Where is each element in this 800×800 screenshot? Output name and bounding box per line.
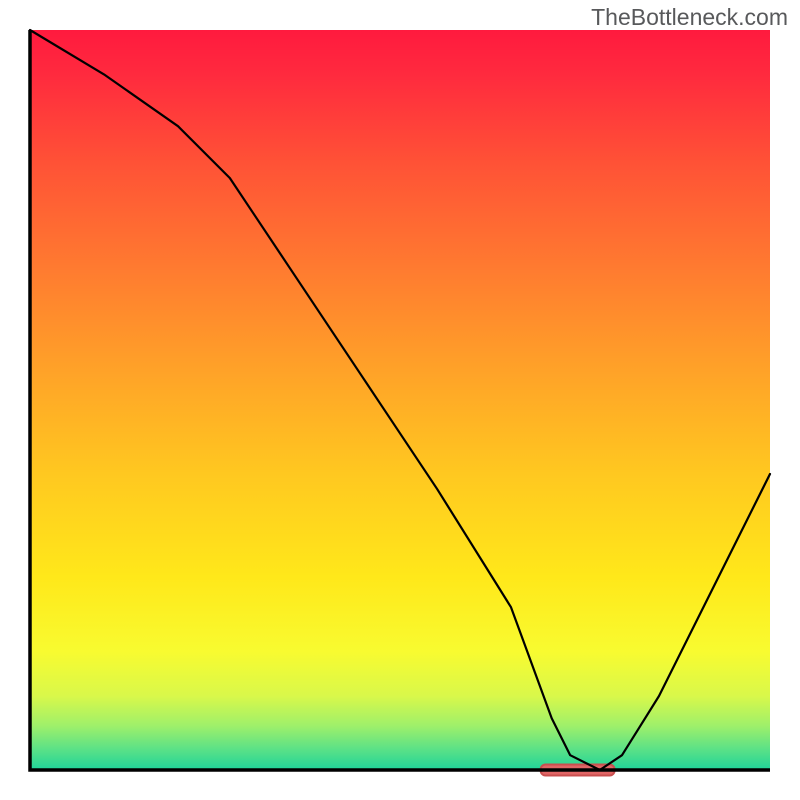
- gradient-background: [30, 30, 770, 770]
- bottleneck-chart: [0, 0, 800, 800]
- chart-container: { "watermark": "TheBottleneck.com", "cha…: [0, 0, 800, 800]
- watermark-text: TheBottleneck.com: [591, 4, 788, 31]
